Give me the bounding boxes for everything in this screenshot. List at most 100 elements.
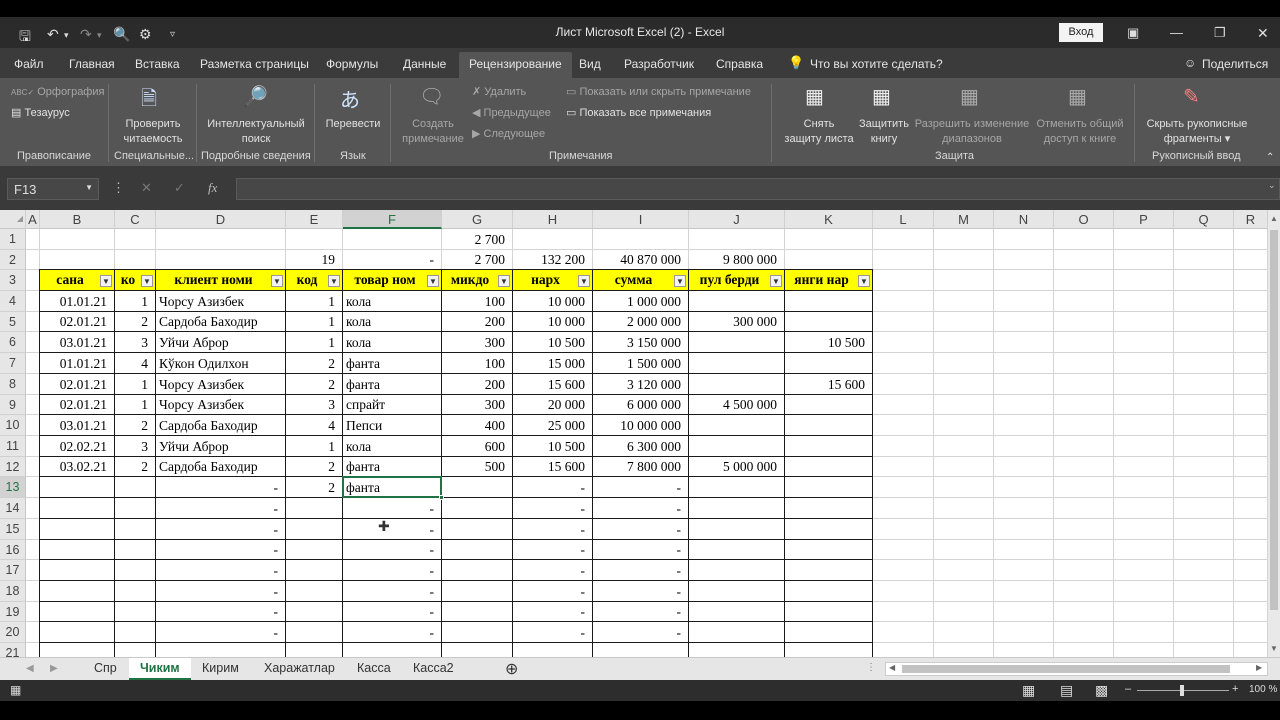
unshare-workbook-button[interactable]: Отменить общий доступ к книге (1031, 117, 1129, 147)
show-hide-comment-button[interactable]: ▭ Показать или скрыть примечание (566, 85, 751, 100)
cell-D11[interactable]: Уйчи Аброр (156, 436, 286, 457)
cell-C5[interactable]: 2 (115, 312, 156, 332)
cell-G6[interactable]: 300 (442, 332, 513, 353)
check-accessibility-button[interactable]: Проверить читаемость (114, 117, 192, 147)
row-header-1[interactable]: 1 (0, 229, 26, 250)
column-header-L[interactable]: L (873, 210, 934, 229)
tell-me-search[interactable]: Что вы хотите сделать? (810, 57, 943, 71)
next-sheet-icon[interactable]: ▶ (50, 663, 58, 674)
tab-3[interactable]: Разметка страницы (200, 57, 309, 71)
cell-C7[interactable]: 4 (115, 353, 156, 374)
cell-F14[interactable]: - (343, 498, 442, 519)
cell-I8[interactable]: 3 120 000 (593, 374, 689, 395)
translate-button[interactable]: Перевести (320, 117, 386, 132)
tab-6[interactable]: Рецензирование (459, 52, 572, 78)
cell-H2[interactable]: 132 200 (513, 250, 593, 270)
cell-F10[interactable]: Пепси (343, 415, 442, 436)
cell-C6[interactable]: 3 (115, 332, 156, 353)
cell-H5[interactable]: 10 000 (513, 312, 593, 332)
row-header-7[interactable]: 7 (0, 353, 26, 374)
filter-dropdown-icon[interactable]: ▼ (578, 275, 590, 287)
normal-view-icon[interactable]: ▦ (1022, 682, 1035, 699)
cell-F6[interactable]: кола (343, 332, 442, 353)
new-comment-button[interactable]: Создать примечание (396, 117, 470, 147)
cell-I10[interactable]: 10 000 000 (593, 415, 689, 436)
cell-H4[interactable]: 10 000 (513, 291, 593, 312)
cell-G9[interactable]: 300 (442, 395, 513, 415)
close-icon[interactable]: ✕ (1257, 25, 1269, 42)
cell-I15[interactable]: - (593, 519, 689, 540)
table-header-G[interactable]: микдо ▼ (442, 270, 512, 290)
cell-J9[interactable]: 4 500 000 (689, 395, 785, 415)
unprotect-sheet-button[interactable]: Снять защиту листа (778, 117, 860, 147)
cell-I18[interactable]: - (593, 581, 689, 602)
cell-J2[interactable]: 9 800 000 (689, 250, 785, 270)
cell-H15[interactable]: - (513, 519, 593, 540)
cell-E9[interactable]: 3 (286, 395, 343, 415)
cell-I16[interactable]: - (593, 540, 689, 560)
row-header-20[interactable]: 20 (0, 622, 26, 643)
name-box[interactable]: F13 ▼ (7, 178, 99, 200)
page-break-view-icon[interactable]: ▩ (1095, 682, 1108, 699)
column-header-G[interactable]: G (442, 210, 513, 229)
cell-I4[interactable]: 1 000 000 (593, 291, 689, 312)
cell-H10[interactable]: 25 000 (513, 415, 593, 436)
prev-sheet-icon[interactable]: ◀ (26, 663, 34, 674)
show-all-comments-button[interactable]: ▭ Показать все примечания (566, 106, 711, 121)
tab-2[interactable]: Вставка (135, 57, 180, 71)
macro-record-icon[interactable]: ▦ (10, 683, 21, 697)
cell-E2[interactable]: 19 (286, 250, 343, 270)
row-header-12[interactable]: 12 (0, 457, 26, 477)
filter-dropdown-icon[interactable]: ▼ (100, 275, 112, 287)
cell-F15[interactable]: - (343, 519, 442, 540)
cell-H19[interactable]: - (513, 602, 593, 622)
vertical-scrollbar[interactable]: ▲ ▼ (1268, 210, 1280, 657)
allow-edit-ranges-button[interactable]: Разрешить изменение диапазонов (912, 117, 1032, 147)
cell-B10[interactable]: 03.01.21 (40, 415, 115, 436)
cell-F7[interactable]: фанта (343, 353, 442, 374)
cell-F19[interactable]: - (343, 602, 442, 622)
cell-G5[interactable]: 200 (442, 312, 513, 332)
cell-D18[interactable]: - (156, 581, 286, 602)
column-header-B[interactable]: B (40, 210, 115, 229)
filter-dropdown-icon[interactable]: ▼ (141, 275, 153, 287)
table-header-B[interactable]: сана ▼ (40, 270, 114, 290)
thesaurus-button[interactable]: ▤ Тезаурус (11, 106, 70, 121)
cell-I13[interactable]: - (593, 477, 689, 498)
cell-G10[interactable]: 400 (442, 415, 513, 436)
cell-H12[interactable]: 15 600 (513, 457, 593, 477)
column-header-M[interactable]: M (934, 210, 994, 229)
row-header-17[interactable]: 17 (0, 560, 26, 581)
zoom-slider-thumb[interactable] (1180, 685, 1184, 696)
cell-G2[interactable]: 2 700 (442, 250, 513, 270)
column-header-Q[interactable]: Q (1174, 210, 1234, 229)
cell-C8[interactable]: 1 (115, 374, 156, 395)
cell-C12[interactable]: 2 (115, 457, 156, 477)
cell-B8[interactable]: 02.01.21 (40, 374, 115, 395)
row-header-14[interactable]: 14 (0, 498, 26, 519)
column-header-R[interactable]: R (1234, 210, 1268, 229)
cell-D9[interactable]: Чорсу Азизбек (156, 395, 286, 415)
filter-dropdown-icon[interactable]: ▼ (770, 275, 782, 287)
table-header-D[interactable]: клиент номи ▼ (156, 270, 285, 290)
column-header-F[interactable]: F (343, 210, 442, 229)
table-header-F[interactable]: товар ном ▼ (343, 270, 441, 290)
cell-G1[interactable]: 2 700 (442, 229, 513, 250)
cell-F20[interactable]: - (343, 622, 442, 643)
cell-F16[interactable]: - (343, 540, 442, 560)
cell-I19[interactable]: - (593, 602, 689, 622)
cell-I14[interactable]: - (593, 498, 689, 519)
horizontal-scrollbar[interactable]: ◀ ▶ (885, 662, 1268, 676)
cell-D19[interactable]: - (156, 602, 286, 622)
column-header-C[interactable]: C (115, 210, 156, 229)
tab-5[interactable]: Данные (403, 57, 446, 71)
row-header-4[interactable]: 4 (0, 291, 26, 312)
spelling-button[interactable]: ABC✓ Орфография (11, 85, 104, 100)
sign-in-button[interactable]: Вход (1059, 23, 1103, 42)
cell-F4[interactable]: кола (343, 291, 442, 312)
vertical-scroll-thumb[interactable] (1270, 230, 1278, 610)
scroll-right-icon[interactable]: ▶ (1256, 663, 1262, 672)
cell-B4[interactable]: 01.01.21 (40, 291, 115, 312)
cell-B7[interactable]: 01.01.21 (40, 353, 115, 374)
scroll-down-icon[interactable]: ▼ (1270, 644, 1278, 653)
